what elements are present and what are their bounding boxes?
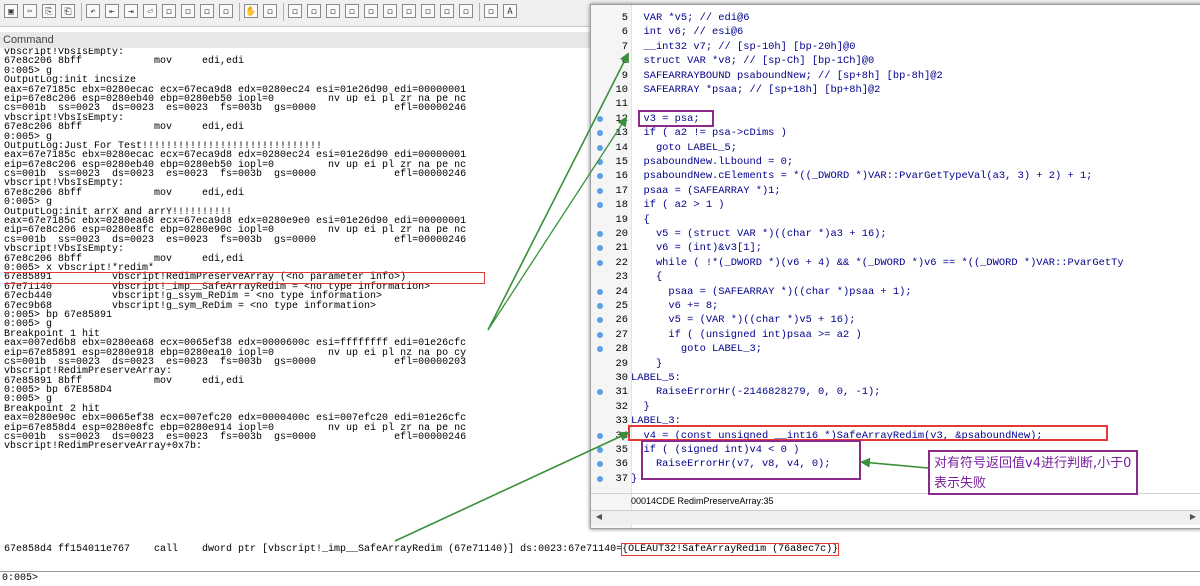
arrow-redim-to-labels	[487, 116, 628, 331]
arrow-call-to-safearrayredim	[394, 431, 630, 542]
arrow-redim-to-v3	[487, 52, 629, 331]
annotation-arrows	[394, 52, 929, 542]
arrow-note-to-check	[860, 457, 929, 469]
